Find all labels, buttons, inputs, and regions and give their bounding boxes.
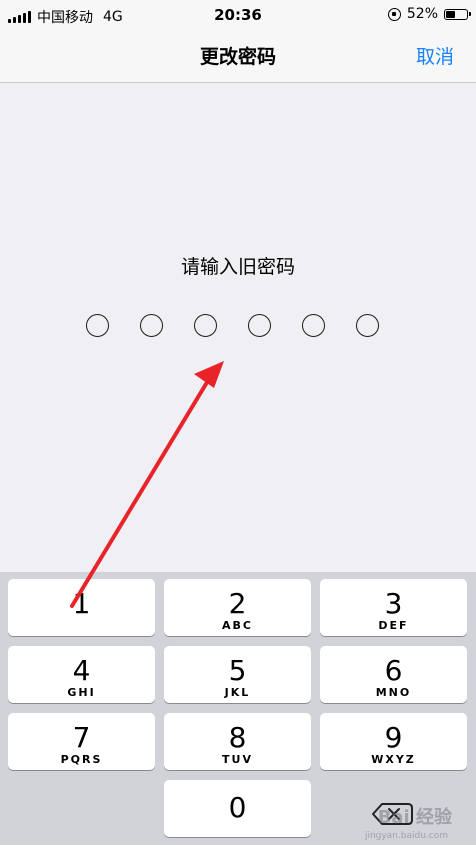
key-5[interactable]: 5 JKL bbox=[164, 646, 311, 703]
key-letters: PQRS bbox=[60, 753, 103, 766]
orientation-lock-icon bbox=[387, 7, 401, 21]
key-digit: 1 bbox=[72, 587, 91, 620]
number-keypad: 0 9 WXYZ 8 TUV 7 PQRS 6 MNO 5 JKL 4 GHI 3 DEF 2 ABC 1 Bai… bbox=[0, 572, 476, 845]
passcode-dot bbox=[248, 314, 271, 337]
battery-icon bbox=[444, 8, 471, 20]
passcode-dot bbox=[302, 314, 325, 337]
watermark-url: jingyan.baidu.com bbox=[364, 831, 448, 841]
key-letters: DEF bbox=[378, 619, 409, 632]
key-letters: MNO bbox=[375, 686, 412, 699]
status-right: 52% bbox=[387, 6, 471, 22]
key-6[interactable]: 6 MNO bbox=[320, 646, 467, 703]
key-digit: 9 bbox=[384, 721, 403, 754]
passcode-prompt: 请输入旧密码 bbox=[180, 256, 295, 278]
key-digit: 5 bbox=[228, 654, 247, 687]
key-digit: 0 bbox=[228, 791, 247, 824]
key-digit: 8 bbox=[228, 721, 247, 754]
passcode-dot bbox=[86, 314, 109, 337]
nav-bar: 更改密码 取消 bbox=[0, 30, 476, 83]
key-digit: 3 bbox=[384, 587, 403, 620]
status-bar: 中国移动 4G 20:36 52% bbox=[0, 0, 476, 30]
key-4[interactable]: 4 GHI bbox=[8, 646, 155, 703]
key-1[interactable]: 1 bbox=[8, 579, 155, 636]
key-0[interactable]: 0 bbox=[164, 780, 311, 837]
key-letters: TUV bbox=[222, 753, 253, 766]
cancel-button[interactable]: 取消 bbox=[416, 42, 454, 69]
key-2[interactable]: 2 ABC bbox=[164, 579, 311, 636]
key-3[interactable]: 3 DEF bbox=[320, 579, 467, 636]
battery-fill bbox=[446, 10, 456, 18]
battery-percent: 52% bbox=[406, 6, 438, 22]
key-9[interactable]: 9 WXYZ bbox=[320, 713, 467, 770]
passcode-dots bbox=[86, 314, 379, 337]
watermark: Bai 经验 bbox=[377, 807, 452, 828]
key-letters: GHI bbox=[67, 686, 96, 699]
key-letters: JKL bbox=[224, 686, 251, 699]
key-7[interactable]: 7 PQRS bbox=[8, 713, 155, 770]
key-letters: ABC bbox=[222, 619, 253, 632]
key-digit: 2 bbox=[228, 587, 247, 620]
key-letters: WXYZ bbox=[371, 753, 416, 766]
key-8[interactable]: 8 TUV bbox=[164, 713, 311, 770]
page-title: 更改密码 bbox=[199, 46, 276, 68]
passcode-dot bbox=[140, 314, 163, 337]
key-digit: 7 bbox=[72, 721, 91, 754]
passcode-dot bbox=[194, 314, 217, 337]
key-digit: 4 bbox=[72, 654, 91, 687]
key-digit: 6 bbox=[384, 654, 403, 687]
passcode-dot bbox=[356, 314, 379, 337]
